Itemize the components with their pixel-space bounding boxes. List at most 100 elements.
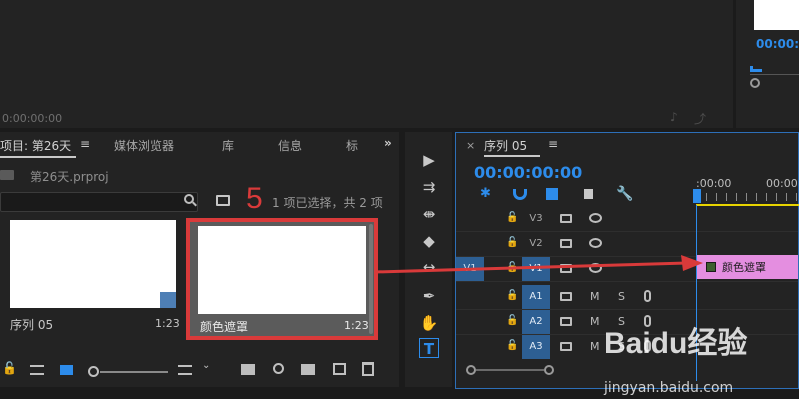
sync-lock-icon[interactable] xyxy=(560,292,572,301)
sort-icon[interactable] xyxy=(178,365,192,375)
list-view-icon[interactable] xyxy=(30,365,44,375)
zoom-handle[interactable] xyxy=(750,78,760,88)
watermark-url: jingyan.baidu.com xyxy=(604,380,734,396)
lock-icon[interactable]: 🔓 xyxy=(506,315,518,326)
scrollbar-track[interactable] xyxy=(476,369,544,371)
ripple-edit-tool-icon[interactable]: ⇼ xyxy=(419,204,439,224)
ruler-timecode: 00:00 xyxy=(766,177,798,190)
lock-icon[interactable]: 🔓 xyxy=(506,212,518,223)
snap-magnet-icon[interactable] xyxy=(513,189,527,200)
mute-button[interactable]: M xyxy=(590,315,600,328)
linked-selection-icon[interactable] xyxy=(546,188,558,200)
timeline-timecode[interactable]: 00:00:00:00 xyxy=(474,163,582,182)
project-item-color-matte[interactable]: 颜色遮罩 1:23 xyxy=(186,218,378,340)
insert-nest-icon[interactable]: ✱ xyxy=(480,187,494,201)
lock-icon[interactable]: 🔓 xyxy=(506,340,518,351)
razor-tool-icon[interactable]: ◆ xyxy=(419,231,439,251)
sync-lock-icon[interactable] xyxy=(560,239,572,248)
add-marker-icon[interactable] xyxy=(584,189,593,199)
tab-project[interactable]: 项目: 第26天 xyxy=(0,137,71,154)
watermark: Baidu经验 jingyan.baidu.com xyxy=(600,318,799,399)
program-scrubber[interactable] xyxy=(750,66,799,76)
new-item-icon[interactable] xyxy=(333,363,346,375)
mute-button[interactable]: M xyxy=(590,290,600,303)
program-timecode[interactable]: 00:00: xyxy=(756,37,799,51)
export-frame-icon[interactable]: ♪ xyxy=(670,110,684,124)
solo-button[interactable]: S xyxy=(618,290,625,303)
search-icon[interactable] xyxy=(184,194,194,204)
tab-media-browser[interactable]: 媒体浏览器 xyxy=(114,137,174,154)
playhead-marker[interactable] xyxy=(750,66,762,72)
hand-tool-icon[interactable]: ✋ xyxy=(419,313,439,333)
selection-tool-icon[interactable]: ▶ xyxy=(419,150,439,170)
close-icon[interactable]: × xyxy=(466,139,475,152)
item-duration: 1:23 xyxy=(155,317,180,330)
selection-info: 1 项已选择，共 2 项 xyxy=(272,196,383,210)
sequence-icon xyxy=(160,292,176,308)
source-patch[interactable] xyxy=(456,310,484,334)
playhead-handle[interactable] xyxy=(693,189,701,203)
project-item-sequence[interactable]: 序列 05 1:23 xyxy=(10,220,180,332)
tab-markers[interactable]: 标 xyxy=(346,137,358,154)
scrollbar-handle-left[interactable] xyxy=(466,365,476,375)
tab-libraries[interactable]: 库 xyxy=(222,137,234,154)
panel-menu-icon[interactable]: ≡ xyxy=(548,137,558,151)
sequence-thumbnail[interactable] xyxy=(10,220,176,308)
step-number: 5 xyxy=(246,182,263,215)
work-area-bar[interactable] xyxy=(696,204,799,206)
pen-tool-icon[interactable]: ✒ xyxy=(419,286,439,306)
project-panel: 项目: 第26天 ≡ 媒体浏览器 库 信息 标 » 第26天.prproj 1 … xyxy=(0,132,399,387)
panel-menu-icon[interactable]: ≡ xyxy=(80,137,90,151)
trash-icon[interactable] xyxy=(362,362,374,376)
export-icon[interactable]: ⤴ xyxy=(694,110,708,126)
lock-icon[interactable]: 🔓 xyxy=(2,361,17,375)
scrubber-track xyxy=(750,74,799,75)
track-target[interactable]: A2 xyxy=(522,310,550,334)
search-input[interactable] xyxy=(0,192,198,212)
scrollbar-handle-right[interactable] xyxy=(544,365,554,375)
drag-arrow xyxy=(375,255,703,274)
type-tool-icon[interactable]: T xyxy=(419,338,439,358)
source-patch[interactable] xyxy=(456,335,484,359)
tab-sequence[interactable]: 序列 05 xyxy=(484,137,527,154)
sync-lock-icon[interactable] xyxy=(560,214,572,223)
tab-info[interactable]: 信息 xyxy=(278,137,302,154)
source-monitor: 0:00:00:00 ♪ ⤴ xyxy=(0,0,733,128)
zoom-slider-handle[interactable] xyxy=(88,366,99,377)
source-timecode: 0:00:00:00 xyxy=(2,112,63,125)
new-search-bin-icon[interactable] xyxy=(216,195,230,206)
source-patch[interactable] xyxy=(456,285,484,309)
sync-lock-icon[interactable] xyxy=(560,317,572,326)
item-name: 序列 05 xyxy=(10,318,54,332)
lock-icon[interactable]: 🔓 xyxy=(506,290,518,301)
eye-icon[interactable] xyxy=(589,213,602,223)
source-patch[interactable] xyxy=(456,232,484,256)
track-v3: 🔓 V3 xyxy=(456,207,798,232)
track-target[interactable]: V2 xyxy=(522,232,550,256)
track-target[interactable]: A3 xyxy=(522,335,550,359)
microphone-icon[interactable] xyxy=(644,290,651,302)
eye-icon[interactable] xyxy=(589,238,602,248)
chevron-down-icon[interactable]: ⌄ xyxy=(202,360,210,371)
source-patch[interactable] xyxy=(456,207,484,231)
new-bin-icon[interactable] xyxy=(301,364,315,375)
ruler-ticks xyxy=(696,193,799,201)
timeline-clip-color-matte[interactable]: 颜色遮罩 xyxy=(696,255,798,279)
folder-icon xyxy=(0,170,14,180)
wrench-icon[interactable]: 🔧 xyxy=(616,187,633,201)
more-tabs-icon[interactable]: » xyxy=(384,136,392,150)
track-select-tool-icon[interactable]: ⇉ xyxy=(419,177,439,197)
track-target[interactable]: A1 xyxy=(522,285,550,309)
track-target[interactable]: V3 xyxy=(522,207,550,231)
timeline-zoom-scrollbar[interactable] xyxy=(466,365,566,375)
project-toolbar: 🔓 ⌄ xyxy=(0,357,399,383)
icon-view-icon[interactable] xyxy=(60,365,73,375)
find-icon[interactable] xyxy=(273,363,284,374)
zoom-slider-track[interactable] xyxy=(100,371,168,373)
time-ruler[interactable]: :00:00 00:00 xyxy=(696,169,799,203)
mute-button[interactable]: M xyxy=(590,340,600,353)
ruler-timecode: :00:00 xyxy=(696,177,732,190)
automate-to-sequence-icon[interactable] xyxy=(241,364,255,375)
sync-lock-icon[interactable] xyxy=(560,342,572,351)
lock-icon[interactable]: 🔓 xyxy=(506,237,518,248)
